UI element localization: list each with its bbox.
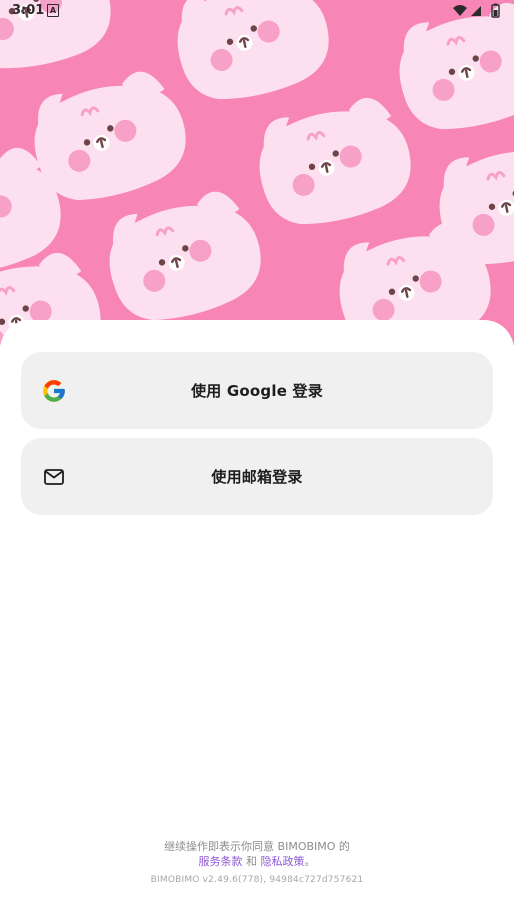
agreement-links: 服务条款 和 隐私政策。 [0,853,514,869]
pig-pattern-illustration [0,0,514,345]
notification-a-icon: A [47,4,59,17]
login-sheet: 使用 Google 登录 使用邮箱登录 [0,320,514,915]
wifi-icon [453,5,467,16]
terms-link[interactable]: 服务条款 [199,855,243,868]
email-login-button[interactable]: 使用邮箱登录 [21,438,493,515]
login-screen: 3:01 A 使用 Google 登录 使用邮箱登录 继续操作即表示你同意 BI… [0,0,514,915]
google-login-button[interactable]: 使用 Google 登录 [21,352,493,429]
signal-icon [471,6,481,16]
agreement-text: 继续操作即表示你同意 BIMOBIMO 的 [164,840,350,853]
conjunction-text: 和 [246,855,257,868]
google-login-label: 使用 Google 登录 [191,382,323,400]
period-text: 。 [304,855,316,868]
status-bar: 3:01 A [0,0,514,22]
status-time: 3:01 [12,3,45,18]
status-icons [453,3,500,18]
email-login-label: 使用邮箱登录 [211,468,303,486]
privacy-link[interactable]: 隐私政策 [261,855,305,868]
battery-icon [491,3,500,18]
version-text: BIMOBIMO v2.49.6(778), 94984c727d757621 [150,875,364,885]
hero-pattern [0,0,514,345]
